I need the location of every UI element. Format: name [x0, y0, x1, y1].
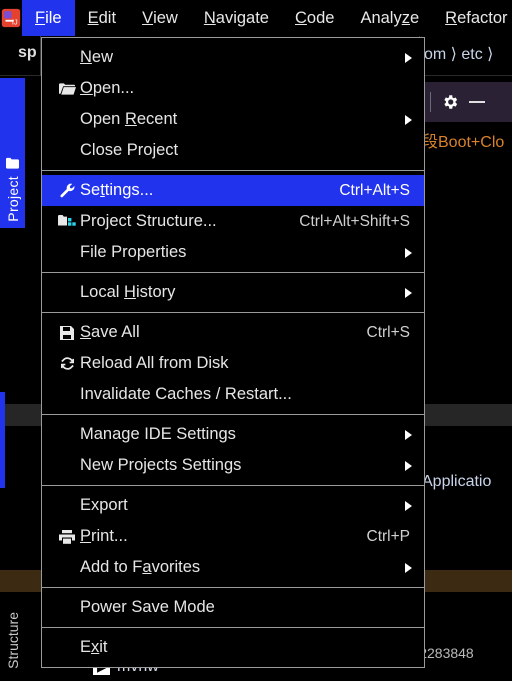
chevron-right-icon — [405, 287, 412, 298]
menu-item-project-structure-shortcut: Ctrl+Alt+Shift+S — [299, 212, 410, 230]
menu-navigate[interactable]: Navigate — [191, 0, 282, 36]
menu-item-open-recent[interactable]: Open Recent — [42, 104, 424, 135]
menu-item-save-all-label: Save All — [80, 323, 140, 341]
menu-item-new[interactable]: New — [42, 42, 424, 73]
menu-item-invalidate-caches-label: Invalidate Caches / Restart... — [80, 385, 292, 403]
folder-icon — [54, 82, 80, 96]
menu-item-add-to-favorites-label: Add to Favorites — [80, 558, 201, 576]
editor-app-text: Applicatio — [422, 473, 492, 490]
menu-separator — [42, 312, 424, 313]
chevron-right-icon — [405, 247, 412, 258]
menu-code[interactable]: Code — [282, 0, 347, 36]
menu-item-save-all[interactable]: Save All Ctrl+S — [42, 317, 424, 348]
menu-separator — [42, 485, 424, 486]
menu-item-print-shortcut: Ctrl+P — [366, 527, 411, 545]
menu-item-settings[interactable]: Settings... Ctrl+Alt+S — [42, 175, 424, 206]
menu-edit[interactable]: Edit — [75, 0, 129, 36]
menu-item-open-label: Open... — [80, 79, 135, 97]
editor-tab-label[interactable]: sp — [18, 44, 37, 62]
menu-item-local-history-label: Local History — [80, 283, 176, 301]
menu-item-export[interactable]: Export — [42, 490, 424, 521]
sidebar-item-project-label: Project — [4, 176, 21, 222]
menu-separator — [42, 170, 424, 171]
menu-item-reload-all-from-disk[interactable]: Reload All from Disk — [42, 348, 424, 379]
menu-item-save-all-shortcut: Ctrl+S — [366, 323, 411, 341]
menu-analyze[interactable]: Analy z e — [347, 0, 432, 36]
menu-separator — [42, 587, 424, 588]
chevron-right-icon — [405, 52, 412, 63]
chevron-right-icon — [405, 114, 412, 125]
module-icon — [54, 214, 80, 229]
chevron-right-icon — [405, 562, 412, 573]
intellij-idea-logo-icon: IJ — [0, 0, 22, 36]
console-orange-text: 段Boot+Clo — [422, 134, 505, 151]
sidebar-item-structure-label: Structure — [4, 612, 21, 669]
wrench-icon — [54, 182, 80, 199]
menu-item-print[interactable]: Print... Ctrl+P — [42, 521, 424, 552]
menu-item-new-label: New — [80, 48, 114, 66]
menu-file[interactable]: File — [22, 0, 75, 36]
chevron-right-icon — [405, 460, 412, 471]
gear-icon[interactable] — [441, 93, 459, 111]
ide-window: sp om ⟩ etc ⟩ 段Boot+Clo Applicatio Proje… — [0, 0, 512, 681]
menu-item-power-save-mode[interactable]: Power Save Mode — [42, 592, 424, 623]
menu-item-power-save-mode-label: Power Save Mode — [80, 598, 215, 616]
breadcrumb[interactable]: om ⟩ etc ⟩ — [424, 44, 493, 64]
menu-bar: IJ File Edit View Navigate Code Analy z e … — [0, 0, 512, 36]
chevron-right-icon — [405, 429, 412, 440]
menu-item-export-label: Export — [80, 496, 128, 514]
menu-item-project-structure[interactable]: Project Structure... Ctrl+Alt+Shift+S — [42, 206, 424, 237]
tool-window-active-edge — [0, 392, 5, 488]
printer-icon — [54, 529, 80, 545]
menu-item-exit-label: Exit — [80, 638, 108, 656]
chevron-right-icon — [405, 500, 412, 511]
menu-view[interactable]: View — [129, 0, 191, 36]
menu-item-invalidate-caches[interactable]: Invalidate Caches / Restart... — [42, 379, 424, 410]
menu-item-file-properties-label: File Properties — [80, 243, 187, 261]
toolbar-separator — [430, 92, 431, 112]
folder-icon — [5, 157, 20, 170]
svg-text:IJ: IJ — [12, 17, 18, 26]
menu-separator — [42, 414, 424, 415]
menu-refactor[interactable]: Refactor — [432, 0, 512, 36]
menu-item-reload-all-label: Reload All from Disk — [80, 354, 229, 372]
menu-item-close-project[interactable]: Close Project — [42, 135, 424, 166]
menu-item-close-project-label: Close Project — [80, 141, 179, 159]
menu-item-open[interactable]: Open... — [42, 73, 424, 104]
menu-item-settings-shortcut: Ctrl+Alt+S — [339, 181, 410, 199]
sidebar-item-structure[interactable]: Structure — [0, 600, 25, 681]
menu-item-new-projects-settings-label: New Projects Settings — [80, 456, 242, 474]
menu-item-print-label: Print... — [80, 527, 128, 545]
menu-item-manage-ide-settings[interactable]: Manage IDE Settings — [42, 419, 424, 450]
sidebar-item-project[interactable]: Project — [0, 78, 25, 228]
menu-separator — [42, 627, 424, 628]
editor-toolbar — [424, 82, 512, 122]
menu-item-project-structure-label: Project Structure... — [80, 212, 217, 230]
menu-item-file-properties[interactable]: File Properties — [42, 237, 424, 268]
menu-item-settings-label: Settings... — [80, 181, 154, 199]
menu-item-add-to-favorites[interactable]: Add to Favorites — [42, 552, 424, 583]
menu-item-manage-ide-settings-label: Manage IDE Settings — [80, 425, 236, 443]
menu-separator — [42, 272, 424, 273]
file-menu-dropdown: New Open... Open Recent Close Project Se… — [41, 37, 425, 668]
minimize-icon[interactable] — [469, 101, 485, 103]
menu-item-exit[interactable]: Exit — [42, 632, 424, 663]
menu-item-local-history[interactable]: Local History — [42, 277, 424, 308]
menu-item-new-projects-settings[interactable]: New Projects Settings — [42, 450, 424, 481]
reload-icon — [54, 355, 80, 372]
menu-item-open-recent-label: Open Recent — [80, 110, 178, 128]
save-icon — [54, 325, 80, 341]
